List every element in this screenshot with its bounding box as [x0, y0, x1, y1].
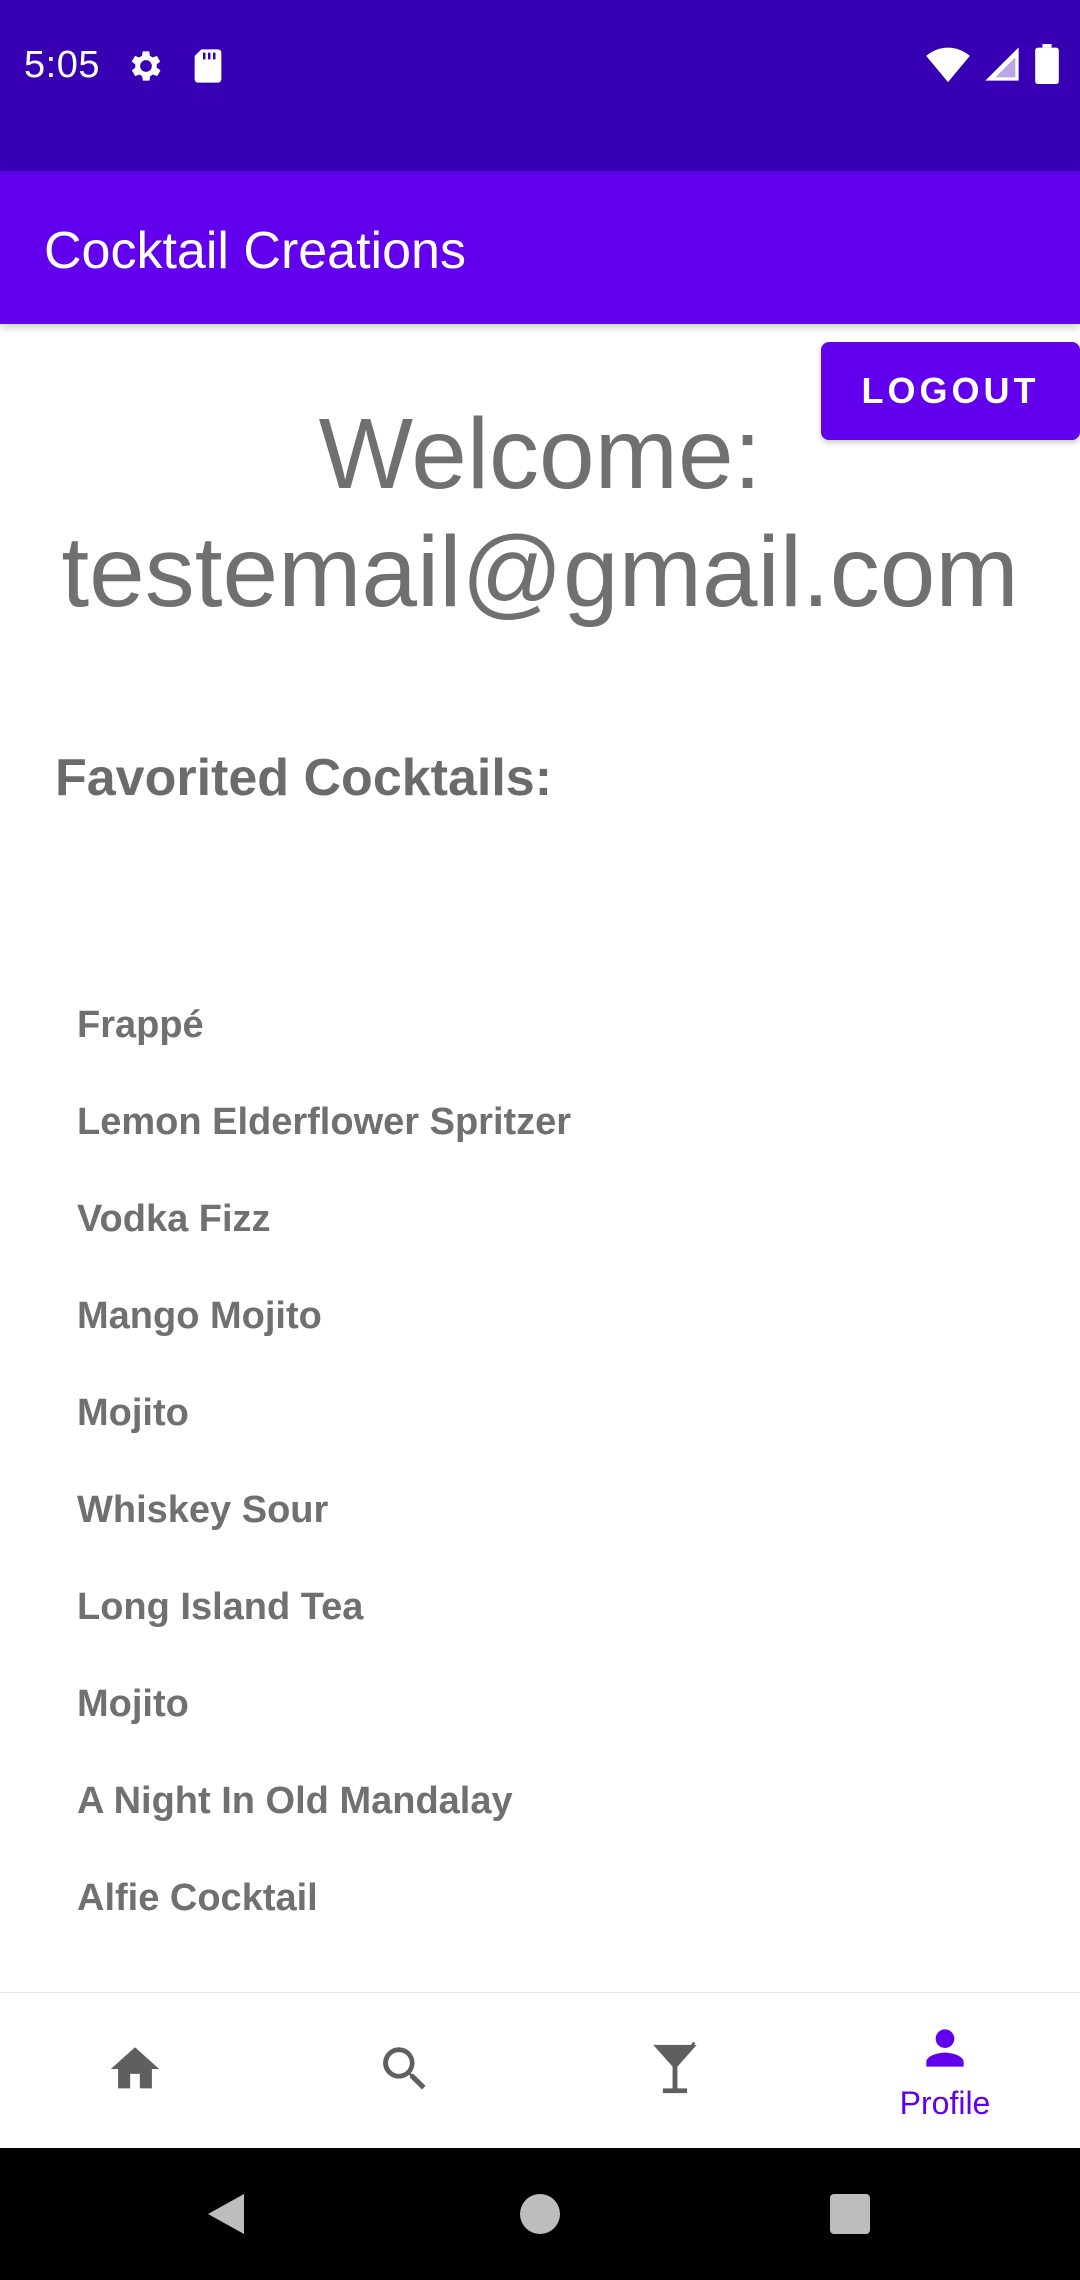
gear-icon [126, 46, 166, 86]
person-icon [917, 2020, 973, 2081]
list-item[interactable]: Alfie Cocktail [77, 1868, 1037, 1965]
list-item[interactable]: Lemon Elderflower Spritzer [77, 1092, 1037, 1189]
list-item[interactable]: Long Island Tea [77, 1577, 1037, 1674]
list-item[interactable]: Vodka Fizz [77, 1189, 1037, 1286]
battery-icon [1034, 43, 1060, 89]
wifi-icon [926, 44, 970, 89]
recents-icon[interactable] [790, 2148, 910, 2280]
screen: 5:05 Cocktail Creations LOGOUT Welcome: … [0, 0, 1080, 2280]
back-icon[interactable] [166, 2148, 286, 2280]
nav-profile-label: Profile [899, 2085, 991, 2121]
cocktail-glass-icon [650, 2040, 700, 2103]
list-item[interactable]: A Night In Old Mandalay [77, 1771, 1037, 1868]
favorites-heading: Favorited Cocktails: [55, 749, 553, 807]
status-right-icons [926, 43, 1060, 89]
nav-profile[interactable]: Profile [810, 1993, 1080, 2149]
status-time: 5:05 [24, 44, 100, 86]
welcome-message: Welcome: testemail@gmail.com [0, 395, 1080, 631]
list-item[interactable]: Mango Mojito [77, 1286, 1037, 1383]
search-icon [376, 2040, 434, 2103]
status-bar: 5:05 [0, 0, 1080, 171]
bottom-navigation: Profile [0, 1992, 1080, 2148]
sd-card-icon [188, 46, 228, 86]
app-title: Cocktail Creations [44, 222, 466, 280]
nav-home[interactable] [0, 1993, 270, 2149]
list-item[interactable]: Whiskey Sour [77, 1480, 1037, 1577]
home-icon [106, 2040, 164, 2103]
signal-icon [982, 44, 1022, 89]
system-navigation-bar [0, 2148, 1080, 2280]
list-item[interactable]: Mojito [77, 1674, 1037, 1771]
list-item[interactable]: Mojito [77, 1383, 1037, 1480]
list-item[interactable]: Frappé [77, 995, 1037, 1092]
home-circle-icon[interactable] [480, 2148, 600, 2280]
nav-cocktails[interactable] [540, 1993, 810, 2149]
welcome-label: Welcome: [318, 398, 762, 510]
app-bar: Cocktail Creations [0, 171, 1080, 324]
user-email: testemail@gmail.com [61, 516, 1019, 628]
favorite-cocktail-list: Frappé Lemon Elderflower Spritzer Vodka … [77, 995, 1037, 1965]
nav-search[interactable] [270, 1993, 540, 2149]
